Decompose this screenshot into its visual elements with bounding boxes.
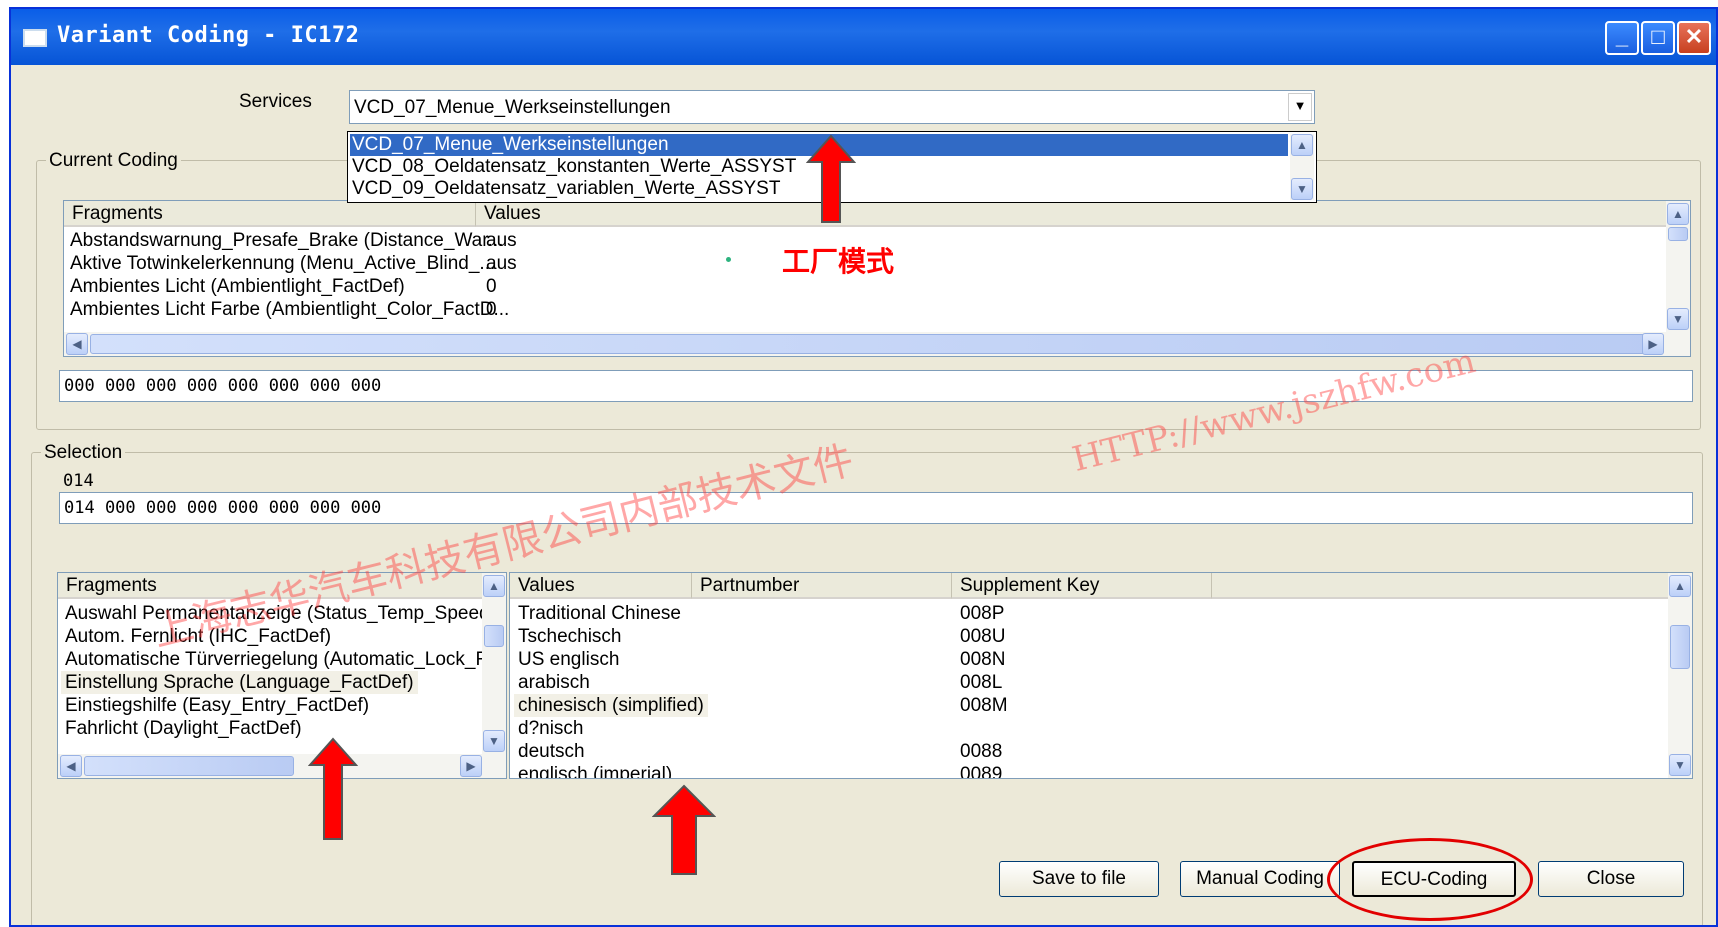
horizontal-scrollbar[interactable]: ◀ ▶ [58,754,506,778]
scroll-down-icon[interactable]: ▼ [1291,178,1313,200]
scroll-left-icon[interactable]: ◀ [60,755,82,777]
list-item[interactable]: Autom. Fernlicht (IHC_FactDef) [65,625,331,648]
selection-code: 014 [63,471,94,491]
scroll-down-icon[interactable]: ▼ [1667,308,1689,330]
services-value: VCD_07_Menue_Werkseinstellungen [354,97,671,118]
annotation-arrow-icon [806,134,856,223]
scroll-left-icon[interactable]: ◀ [66,333,88,355]
table-row-fragment[interactable]: Ambientes Licht Farbe (Ambientlight_Colo… [70,298,509,321]
table-row-value-selected[interactable]: chinesisch (simplified) [514,694,708,717]
selection-values-list[interactable]: Values Partnumber Supplement Key Traditi… [509,572,1693,779]
variant-coding-window: Variant Coding - IC172 _ □ ✕ Services VC… [9,7,1718,927]
window-icon [23,29,47,47]
table-row-value[interactable]: arabisch [518,671,590,694]
close-button[interactable]: Close [1538,861,1684,897]
table-row-key[interactable]: 0089 [960,763,1002,778]
column-header-fragments[interactable]: Fragments [58,573,484,599]
window-title: Variant Coding - IC172 [57,23,360,48]
scroll-thumb[interactable] [484,625,504,647]
current-coding-title: Current Coding [46,150,181,172]
scroll-thumb[interactable] [1670,625,1690,669]
maximize-button[interactable]: □ [1641,21,1675,55]
scroll-up-icon[interactable]: ▲ [1669,575,1691,597]
table-row-value[interactable]: Traditional Chinese [518,602,681,625]
scroll-up-icon[interactable]: ▲ [483,575,505,597]
selection-fragments-list[interactable]: Fragments Auswahl Permanentanzeige (Stat… [57,572,507,779]
list-item[interactable]: Fahrlicht (Daylight_FactDef) [65,717,302,740]
annotation-factory-mode: 工厂模式 [782,246,895,277]
column-header-fragments[interactable]: Fragments [64,201,476,227]
scroll-thumb[interactable] [90,334,1660,354]
save-to-file-button[interactable]: Save to file [999,861,1159,897]
annotation-arrow-icon [308,737,358,840]
minimize-button[interactable]: _ [1605,21,1639,55]
column-header-blank [1212,573,1670,599]
vertical-scrollbar[interactable]: ▲ ▼ [1666,201,1690,332]
annotation-arrow-icon [652,784,716,875]
title-bar[interactable]: Variant Coding - IC172 _ □ ✕ [11,9,1716,65]
vertical-scrollbar[interactable]: ▲ ▼ [1290,134,1314,200]
table-row-value[interactable]: 0 [486,298,497,321]
manual-coding-button[interactable]: Manual Coding [1180,861,1340,897]
table-row-key[interactable]: 008M [960,694,1008,717]
table-row-value[interactable]: Tschechisch [518,625,622,648]
scroll-thumb[interactable] [84,756,294,776]
table-row-key[interactable]: 008L [960,671,1002,694]
table-row-key[interactable]: 008U [960,625,1005,648]
scroll-down-icon[interactable]: ▼ [483,730,505,752]
services-label: Services [239,91,312,112]
list-item-selected[interactable]: Einstellung Sprache (Language_FactDef) [61,671,418,694]
table-row-key[interactable]: 008P [960,602,1004,625]
horizontal-scrollbar[interactable]: ◀ ▶ [64,332,1690,356]
scroll-thumb[interactable] [1668,227,1688,241]
column-header-partnumber[interactable]: Partnumber [692,573,952,599]
selection-title: Selection [41,442,126,464]
table-row-value[interactable]: 0 [486,275,497,298]
services-combo[interactable]: VCD_07_Menue_Werkseinstellungen ▼ [349,90,1315,124]
ecu-coding-button[interactable]: ECU-Coding [1352,861,1516,897]
table-row-fragment[interactable]: Ambientes Licht (Ambientlight_FactDef) [70,275,405,298]
table-row-value[interactable]: aus [486,229,517,252]
table-row-fragment[interactable]: Abstandswarnung_Presafe_Brake (Distance_… [70,229,503,252]
column-header-supplement-key[interactable]: Supplement Key [952,573,1212,599]
table-row-value[interactable]: d?nisch [518,717,584,740]
scroll-up-icon[interactable]: ▲ [1291,134,1313,156]
scroll-up-icon[interactable]: ▲ [1667,203,1689,225]
list-item[interactable]: Auswahl Permanentanzeige (Status_Temp_Sp… [65,602,505,625]
table-row-value[interactable]: englisch (imperial) [518,763,672,778]
list-item[interactable]: Einstiegshilfe (Easy_Entry_FactDef) [65,694,369,717]
column-header-values[interactable]: Values [476,201,1668,227]
green-dot-icon [726,257,731,262]
list-item[interactable]: Automatische Türverriegelung (Automatic_… [65,648,506,671]
table-row-value[interactable]: US englisch [518,648,619,671]
scroll-down-icon[interactable]: ▼ [1669,754,1691,776]
table-row-value[interactable]: aus [486,252,517,275]
current-coding-string[interactable]: 000 000 000 000 000 000 000 000 [59,370,1693,402]
vertical-scrollbar[interactable]: ▲ ▼ [482,573,506,754]
table-row-key[interactable]: 008N [960,648,1005,671]
chevron-down-icon[interactable]: ▼ [1288,93,1312,121]
table-row-fragment[interactable]: Aktive Totwinkelerkennung (Menu_Active_B… [70,252,495,275]
scroll-right-icon[interactable]: ▶ [460,755,482,777]
table-row-value[interactable]: deutsch [518,740,585,763]
scroll-right-icon[interactable]: ▶ [1642,333,1664,355]
table-row-key[interactable]: 0088 [960,740,1002,763]
column-header-values[interactable]: Values [510,573,692,599]
selection-coding-string[interactable]: 014 000 000 000 000 000 000 000 [59,492,1693,524]
close-window-button[interactable]: ✕ [1677,21,1711,55]
vertical-scrollbar[interactable]: ▲ ▼ [1668,573,1692,778]
